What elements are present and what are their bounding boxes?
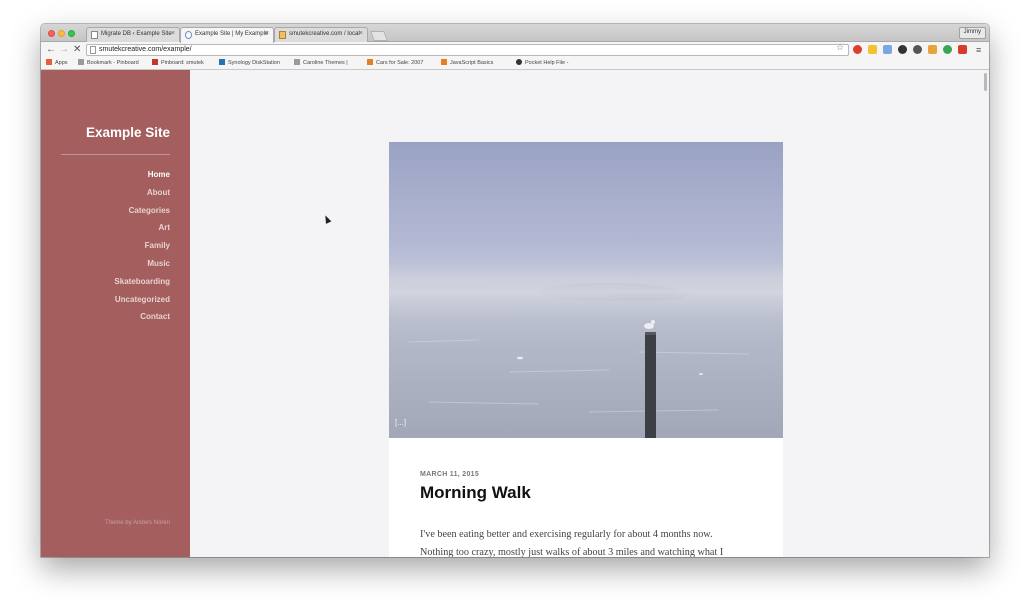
- close-tab-icon[interactable]: ×: [265, 30, 269, 37]
- browser-window: Migrate DB ‹ Example Site × Example Site…: [41, 24, 989, 557]
- bookmark-cars-for-sale[interactable]: Cars for Sale: 2007: [367, 59, 423, 66]
- tab-migrate-db[interactable]: Migrate DB ‹ Example Site ×: [86, 27, 180, 42]
- pinboard-icon: [152, 59, 158, 65]
- udacity-icon: [441, 59, 447, 65]
- red-extension-icon[interactable]: [958, 45, 967, 54]
- menu-item-uncategorized[interactable]: Uncategorized: [114, 294, 170, 312]
- main-menu: Home About Categories Art Family Music S…: [114, 169, 170, 329]
- bookmark-synology[interactable]: Synology DiskStation: [219, 59, 280, 66]
- tab-label: Migrate DB ‹ Example Site: [101, 31, 172, 37]
- tag-extension-icon[interactable]: [928, 45, 937, 54]
- bookmark-pinboard-smutek[interactable]: Pinboard: smutek: [152, 59, 204, 66]
- web-page: Example Site Home About Categories Art F…: [41, 70, 989, 557]
- close-window-button[interactable]: [48, 30, 55, 37]
- site-sidebar: Example Site Home About Categories Art F…: [41, 70, 190, 557]
- clock-extension-icon[interactable]: [913, 45, 922, 54]
- menu-item-categories[interactable]: Categories: [114, 205, 170, 223]
- page-icon: [294, 59, 300, 65]
- menu-item-contact[interactable]: Contact: [114, 311, 170, 329]
- profile-button[interactable]: Jimmy: [958, 27, 986, 39]
- theme-credit[interactable]: Theme by Anders Norén: [105, 520, 170, 526]
- mouse-pointer-icon: [322, 214, 332, 224]
- page-icon: [78, 59, 84, 65]
- bookmark-caroline-themes[interactable]: Caroline Themes |: [294, 59, 348, 66]
- ublock-extension-icon[interactable]: [853, 45, 862, 54]
- bookmark-javascript-basics[interactable]: JavaScript Basics: [441, 59, 493, 66]
- minimize-window-button[interactable]: [58, 30, 65, 37]
- menu-item-about[interactable]: About: [114, 187, 170, 205]
- page-icon: [90, 46, 96, 54]
- menu-item-home[interactable]: Home: [114, 169, 170, 187]
- pocket-icon: [516, 59, 522, 65]
- tab-label: Example Site | My Example: [195, 31, 269, 37]
- bookmark-pinboard[interactable]: Bookmark - Pinboard: [78, 59, 139, 66]
- stop-loading-icon[interactable]: ✕: [73, 44, 81, 56]
- menu-icon[interactable]: ≡: [976, 44, 981, 56]
- bookmark-pocket-help[interactable]: Pocket Help File -: [516, 59, 568, 66]
- loading-icon: [185, 31, 192, 39]
- tab-example-site[interactable]: Example Site | My Example ×: [180, 27, 274, 43]
- bookmarks-bar: Apps Bookmark - Pinboard Pinboard: smute…: [41, 58, 989, 70]
- notes-extension-icon[interactable]: [868, 45, 877, 54]
- tab-strip: Migrate DB ‹ Example Site × Example Site…: [41, 24, 989, 43]
- menu-item-skateboarding[interactable]: Skateboarding: [114, 276, 170, 294]
- address-bar[interactable]: smutekcreative.com/example/: [86, 44, 849, 56]
- apps-grid-icon: [46, 59, 52, 65]
- page-icon: [91, 31, 98, 39]
- site-favicon: [279, 31, 286, 39]
- back-arrow-icon[interactable]: ←: [46, 44, 56, 56]
- dark-extension-icon[interactable]: [898, 45, 907, 54]
- image-caption-toggle[interactable]: [...]: [395, 418, 406, 427]
- page-scrollbar[interactable]: [981, 70, 989, 557]
- cars-icon: [367, 59, 373, 65]
- browser-toolbar: ← → ✕ smutekcreative.com/example/ ☆ ≡: [41, 42, 989, 58]
- maximize-window-button[interactable]: [68, 30, 75, 37]
- close-tab-icon[interactable]: ×: [171, 30, 175, 37]
- tab-local[interactable]: smutekcreative.com / local ×: [274, 27, 368, 42]
- scrollbar-thumb[interactable]: [984, 73, 987, 91]
- tab-label: smutekcreative.com / local: [289, 31, 360, 37]
- site-title[interactable]: Example Site: [86, 125, 170, 140]
- close-tab-icon[interactable]: ×: [359, 30, 363, 37]
- forward-arrow-icon[interactable]: →: [59, 44, 69, 56]
- post-date[interactable]: March 11, 2015: [420, 471, 479, 478]
- post-excerpt: I've been eating better and exercising r…: [420, 526, 750, 557]
- menu-item-family[interactable]: Family: [114, 240, 170, 258]
- blog-post: [...] March 11, 2015 Morning Walk I've b…: [389, 142, 783, 557]
- new-tab-button[interactable]: [370, 31, 388, 41]
- post-title[interactable]: Morning Walk: [420, 483, 531, 503]
- folder-extension-icon[interactable]: [883, 45, 892, 54]
- evernote-extension-icon[interactable]: [943, 45, 952, 54]
- post-featured-image[interactable]: [...]: [389, 142, 783, 438]
- post-text-line: Nothing too crazy, mostly just walks of …: [420, 547, 724, 557]
- bookmark-star-icon[interactable]: ☆: [836, 42, 844, 53]
- sidebar-divider: [61, 154, 170, 155]
- synology-icon: [219, 59, 225, 65]
- url-text: smutekcreative.com/example/: [99, 46, 192, 53]
- menu-item-music[interactable]: Music: [114, 258, 170, 276]
- post-text-line: I've been eating better and exercising r…: [420, 529, 713, 540]
- menu-item-art[interactable]: Art: [114, 222, 170, 240]
- bookmark-apps[interactable]: Apps: [46, 59, 68, 66]
